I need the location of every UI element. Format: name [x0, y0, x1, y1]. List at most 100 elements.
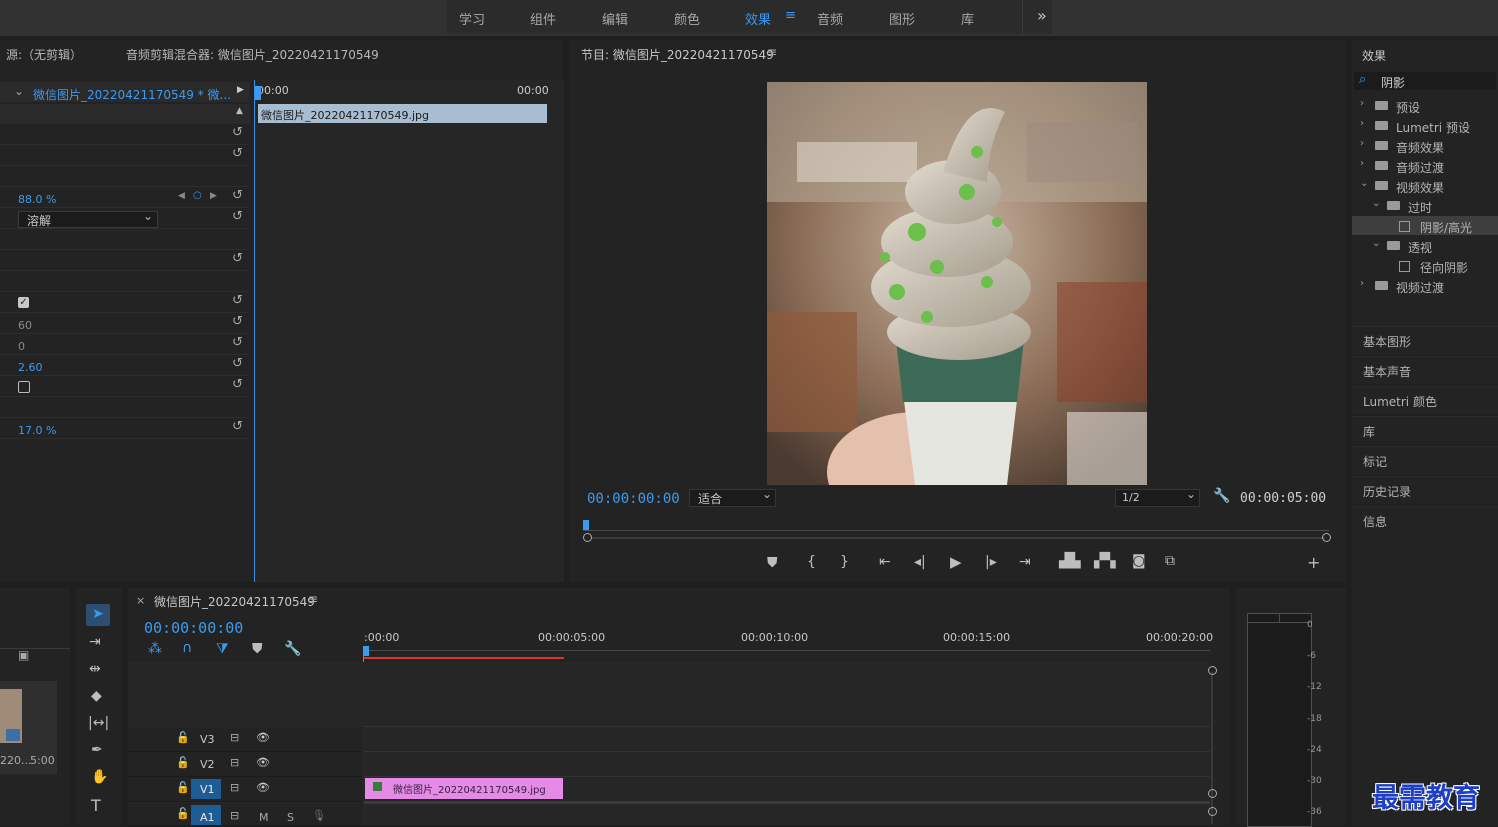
chevron-right-icon[interactable]: ›: [1360, 138, 1364, 149]
go-to-out-icon[interactable]: ⇥: [1019, 554, 1031, 570]
program-title[interactable]: 节目: 微信图片_20220421170549: [581, 46, 774, 63]
timeline-clip[interactable]: 微信图片_20220421170549.jpg: [365, 778, 563, 799]
workspace-learn[interactable]: 学习: [459, 9, 485, 28]
chevron-right-icon[interactable]: ›: [1360, 158, 1364, 169]
program-ruler[interactable]: [583, 520, 1329, 532]
workspace-effects[interactable]: 效果: [745, 9, 771, 28]
ripple-edit-tool-icon[interactable]: ⇹: [89, 661, 101, 677]
sync-lock-icon[interactable]: ⊟: [230, 756, 239, 769]
zoom-fit-dropdown[interactable]: 适合 ⌄: [689, 487, 776, 507]
eye-icon[interactable]: 👁: [256, 731, 270, 744]
property-value[interactable]: 17.0 %: [18, 424, 56, 437]
workspace-color[interactable]: 颜色: [674, 9, 700, 28]
effects-tree-item[interactable]: ⌄ 过时: [1352, 196, 1498, 215]
mark-in-icon[interactable]: {: [807, 554, 816, 570]
timeline-ruler[interactable]: :00:00 00:00:05:00 00:00:10:00 00:00:15:…: [363, 628, 1213, 660]
type-tool-icon[interactable]: T: [91, 796, 101, 815]
panel-markers[interactable]: 标记: [1352, 446, 1498, 475]
workspace-graphics[interactable]: 图形: [889, 9, 915, 28]
zoom-handle-right[interactable]: [1322, 533, 1331, 542]
snap-icon[interactable]: ∩: [182, 640, 192, 656]
next-keyframe-icon[interactable]: ▶: [210, 191, 217, 201]
reset-icon[interactable]: ↺: [232, 335, 243, 350]
collapse-icon[interactable]: ▲: [236, 106, 243, 116]
add-button-icon[interactable]: +: [1307, 553, 1320, 572]
track-label[interactable]: V3: [200, 733, 215, 746]
program-playhead[interactable]: [583, 520, 589, 530]
ec-playhead[interactable]: [255, 86, 261, 100]
property-value[interactable]: 0: [18, 340, 25, 353]
unchecked-checkbox[interactable]: [18, 381, 30, 393]
track-label[interactable]: V1: [200, 783, 215, 796]
track-label[interactable]: A1: [200, 811, 215, 824]
effects-tree-item[interactable]: ⌄ 透视: [1352, 236, 1498, 255]
close-tab-icon[interactable]: ×: [136, 594, 145, 607]
tab-source[interactable]: 源:（无剪辑）: [6, 46, 82, 63]
lock-icon[interactable]: 🔓: [176, 781, 190, 794]
reset-icon[interactable]: ↺: [232, 356, 243, 371]
chevron-down-icon[interactable]: ⌄: [1372, 198, 1380, 209]
reset-icon[interactable]: ↺: [232, 419, 243, 434]
timeline-settings-icon[interactable]: 🔧: [284, 641, 301, 657]
panel-info[interactable]: 信息: [1352, 506, 1498, 537]
eye-icon[interactable]: 👁: [256, 781, 270, 794]
camera-icon[interactable]: ◙: [1132, 553, 1146, 569]
panel-menu-icon[interactable]: ≡: [767, 45, 777, 59]
timeline-vscroll[interactable]: [1211, 672, 1213, 824]
chevron-right-icon[interactable]: ›: [1360, 278, 1364, 289]
workspace-assembly[interactable]: 组件: [530, 9, 556, 28]
lock-icon[interactable]: 🔓: [176, 807, 190, 820]
panel-essential-graphics[interactable]: 基本图形: [1352, 326, 1498, 355]
work-area-bar[interactable]: [364, 657, 564, 659]
reset-icon[interactable]: ↺: [232, 377, 243, 392]
blend-mode-dropdown[interactable]: 溶解 ⌄: [18, 209, 158, 228]
wrench-icon[interactable]: 🔧: [1213, 488, 1230, 504]
tab-audio-clip-mixer[interactable]: 音频剪辑混合器: 微信图片_20220421170549: [126, 46, 379, 63]
sync-lock-icon[interactable]: ⊟: [230, 809, 239, 822]
linked-selection-icon[interactable]: ⧩: [216, 641, 229, 657]
lock-icon[interactable]: 🔓: [176, 731, 190, 744]
sync-lock-icon[interactable]: ⊟: [230, 781, 239, 794]
effects-tree-item[interactable]: › 视频过渡: [1352, 276, 1498, 295]
resolution-dropdown[interactable]: 1/2 ⌄: [1115, 487, 1200, 507]
play-triangle-icon[interactable]: ▶: [237, 85, 244, 95]
nest-icon[interactable]: ⁂: [148, 641, 162, 657]
effects-tree-item[interactable]: › 预设: [1352, 96, 1498, 115]
effects-title[interactable]: 效果: [1362, 47, 1386, 64]
chevron-down-icon[interactable]: ⌄: [1360, 178, 1368, 189]
slip-tool-icon[interactable]: |↔|: [88, 715, 109, 731]
sync-lock-icon[interactable]: ⊟: [230, 731, 239, 744]
vscroll-handle-top[interactable]: [1208, 666, 1217, 675]
more-workspaces-icon[interactable]: »: [1037, 6, 1047, 25]
mark-out-icon[interactable]: }: [840, 554, 849, 570]
project-item[interactable]: 220... 5:00: [0, 681, 57, 774]
chevron-right-icon[interactable]: ›: [1360, 98, 1364, 109]
lock-icon[interactable]: 🔓: [176, 756, 190, 769]
timeline-tab-title[interactable]: 微信图片_20220421170549: [154, 593, 315, 610]
extract-icon[interactable]: ▞▚: [1094, 553, 1116, 569]
add-marker-icon[interactable]: ⛊: [252, 641, 263, 657]
workspace-audio[interactable]: 音频: [817, 9, 843, 28]
compare-view-icon[interactable]: ⧉: [1165, 553, 1175, 569]
reset-icon[interactable]: ↺: [232, 146, 243, 161]
pen-tool-icon[interactable]: ✒: [91, 742, 103, 758]
scale-value[interactable]: 88.0 %: [18, 193, 56, 206]
effects-search[interactable]: ⌕ 阴影: [1354, 72, 1496, 90]
effects-tree-item[interactable]: › 音频过渡: [1352, 156, 1498, 175]
selection-tool-icon[interactable]: ➤: [92, 606, 104, 622]
workspace-libraries[interactable]: 库: [961, 9, 974, 28]
reset-icon[interactable]: ↺: [232, 209, 243, 224]
reset-icon[interactable]: ↺: [232, 125, 243, 140]
step-back-icon[interactable]: ◂|: [914, 554, 926, 570]
ec-clip-bar[interactable]: 微信图片_20220421170549.jpg: [258, 104, 547, 123]
zoom-handle-left[interactable]: [583, 533, 592, 542]
effects-tree-item[interactable]: › 音频效果: [1352, 136, 1498, 155]
track-label[interactable]: V2: [200, 758, 215, 771]
reset-icon[interactable]: ↺: [232, 251, 243, 266]
effects-tree-item[interactable]: 径向阴影: [1352, 256, 1498, 275]
reset-icon[interactable]: ↺: [232, 188, 243, 203]
timeline-timecode[interactable]: 00:00:00:00: [144, 619, 243, 637]
go-to-in-icon[interactable]: ⇤: [879, 554, 891, 570]
property-value[interactable]: 60: [18, 319, 32, 332]
microphone-icon[interactable]: 🎙: [312, 809, 326, 822]
